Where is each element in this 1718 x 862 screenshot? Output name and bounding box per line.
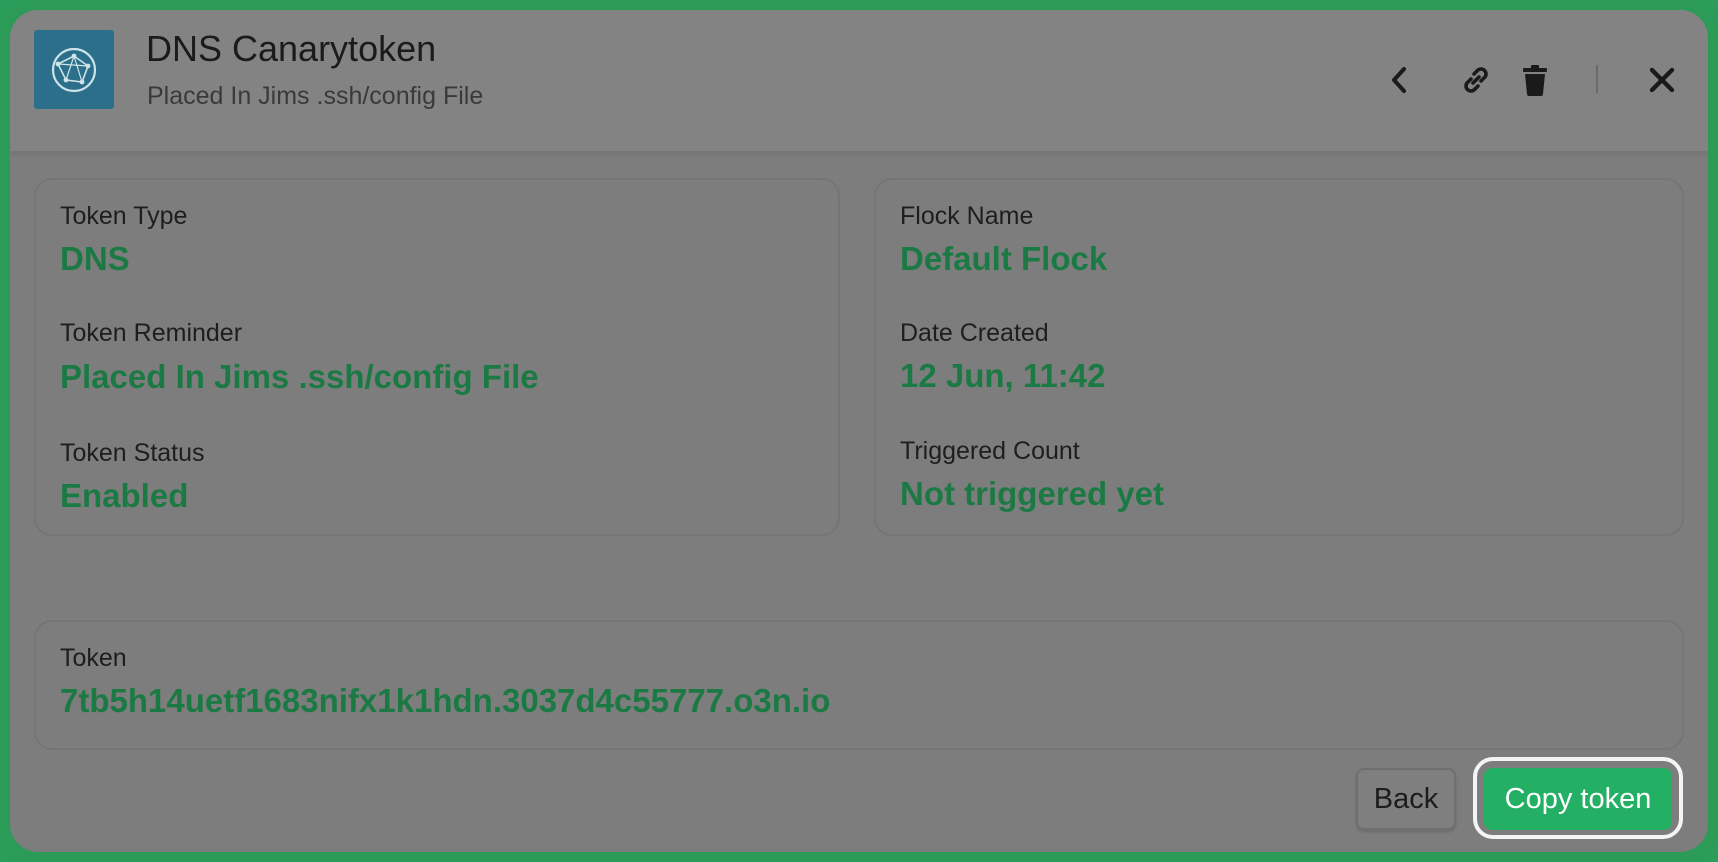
flock-name-value: Default Flock [900,240,1108,277]
token-reminder-label: Token Reminder [60,319,243,347]
trash-icon[interactable] [1515,60,1555,100]
date-created-label: Date Created [900,319,1049,347]
token-details-modal: DNS Canarytoken Placed In Jims .ssh/conf… [10,10,1708,852]
highlight-frame: DNS Canarytoken Placed In Jims .ssh/conf… [0,0,1718,862]
token-value[interactable]: 7tb5h14uetf1683nifx1k1hdn.3037d4c55777.o… [60,682,830,720]
globe-network-icon [34,30,114,109]
copy-token-button[interactable]: Copy token [1484,768,1672,830]
flock-name-label: Flock Name [900,202,1034,230]
triggered-count-value: Not triggered yet [900,475,1165,512]
link-icon[interactable] [1456,60,1496,100]
page-title: DNS Canarytoken [146,28,437,69]
token-info-card: Token Type DNS Token Reminder Placed In … [34,178,840,536]
token-reminder-value: Placed In Jims .ssh/config File [60,358,539,395]
date-created-value: 12 Jun, 11:42 [900,357,1106,394]
header-divider [1596,65,1598,93]
token-label: Token [60,644,127,672]
back-button[interactable]: Back [1356,768,1456,830]
token-status-label: Token Status [60,439,205,467]
token-status-value: Enabled [60,477,189,514]
token-type-value: DNS [60,240,130,277]
token-value-card: Token 7tb5h14uetf1683nifx1k1hdn.3037d4c5… [34,620,1684,750]
flock-info-card: Flock Name Default Flock Date Created 12… [874,178,1684,536]
token-type-label: Token Type [60,202,188,230]
page-subtitle: Placed In Jims .ssh/config File [147,82,484,110]
close-icon[interactable] [1642,60,1682,100]
back-chevron-icon[interactable] [1379,60,1419,100]
triggered-count-label: Triggered Count [900,437,1080,465]
modal-header: DNS Canarytoken Placed In Jims .ssh/conf… [10,10,1708,153]
